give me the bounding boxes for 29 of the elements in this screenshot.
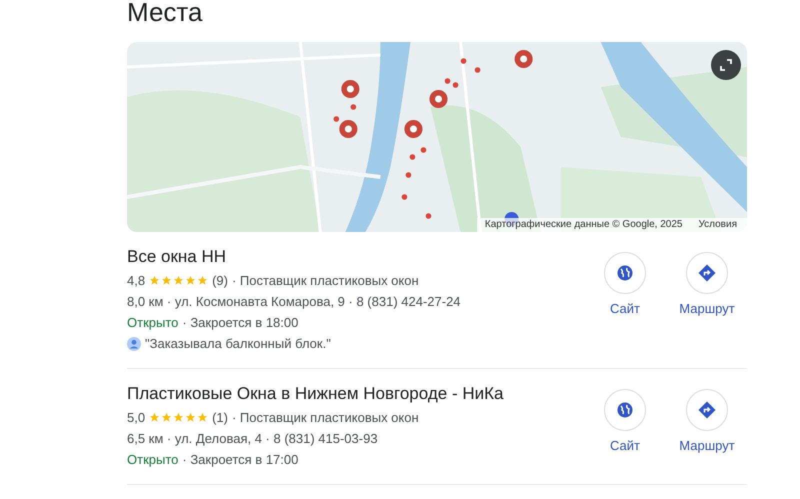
hours-text: · Закроется в 17:00 [182, 451, 298, 469]
review-snippet: "Заказывала балконный блок." [145, 335, 331, 353]
hours-text: · Закроется в 18:00 [182, 314, 298, 332]
open-status: Открыто [127, 451, 178, 469]
contact-details: 6,5 км · ул. Деловая, 4 · 8 (831) 415-03-93 [127, 430, 378, 448]
terms-link[interactable]: Условия [698, 219, 737, 230]
globe-icon [617, 265, 633, 281]
rating-value: 4,8 [127, 272, 146, 290]
review-count: (9) [212, 272, 228, 290]
directions-icon [698, 264, 716, 282]
place-name[interactable]: Все окна НН [127, 246, 461, 268]
expand-icon [720, 59, 732, 71]
directions-button[interactable]: Маршрут [675, 252, 739, 354]
directions-icon [698, 401, 716, 419]
directions-button[interactable]: Маршрут [675, 389, 739, 470]
rating-value: 5,0 [127, 409, 146, 427]
open-status: Открыто [127, 314, 178, 332]
website-button[interactable]: Сайт [593, 389, 657, 470]
globe-icon [617, 402, 633, 418]
contact-details: 8,0 км · ул. Космонавта Комарова, 9 · 8 (831) 424-27-24 [127, 293, 461, 311]
review-count: (1) [212, 409, 228, 427]
place-name[interactable]: Пластиковые Окна в Нижнем Новгороде - НиКа [127, 383, 504, 405]
map[interactable]: Картографические данные © Google, 2025 Условия [127, 42, 747, 232]
place-category: · Поставщик пластиковых окон [232, 409, 419, 427]
section-heading: Места [127, 0, 204, 29]
place-category: · Поставщик пластиковых окон [232, 272, 419, 290]
website-button[interactable]: Сайт [593, 252, 657, 354]
map-attribution: Картографические данные © Google, 2025 [484, 219, 682, 230]
user-avatar-icon [127, 336, 141, 350]
